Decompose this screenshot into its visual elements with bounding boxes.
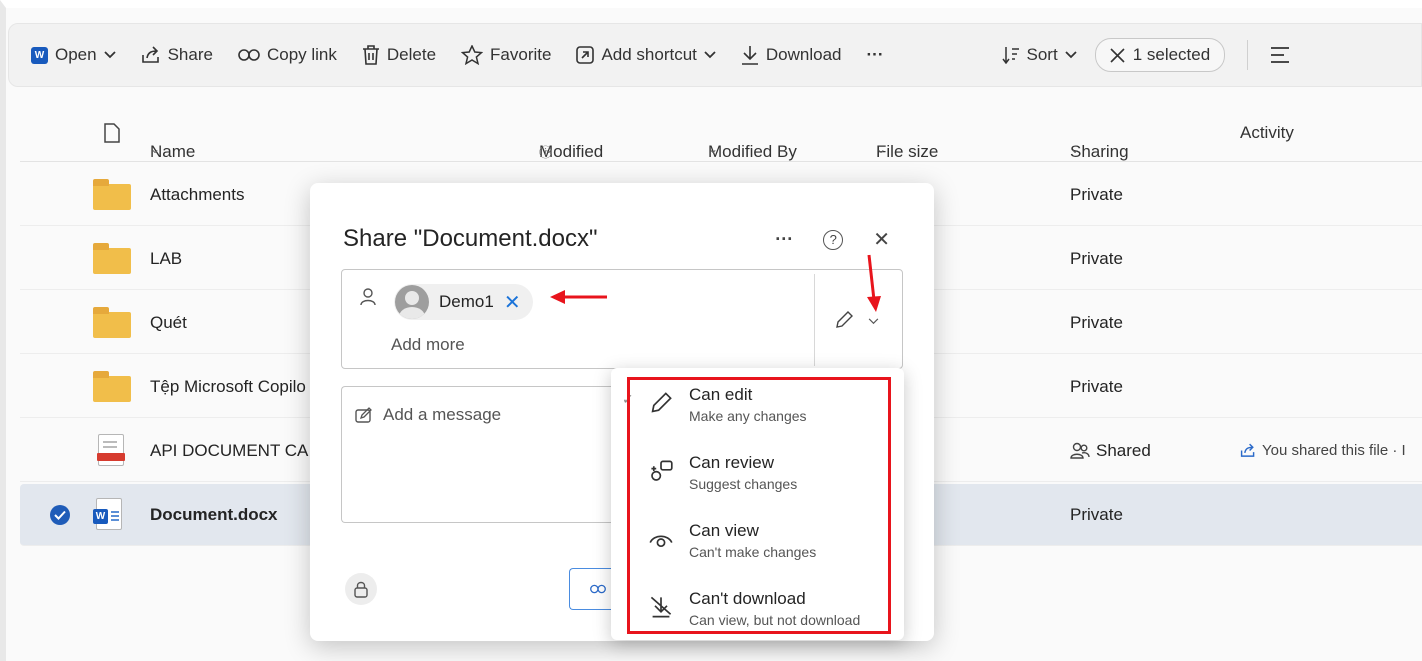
annotation-arrows bbox=[550, 254, 881, 312]
arrow-left-icon bbox=[550, 290, 607, 304]
arrow-down-icon bbox=[867, 254, 881, 312]
